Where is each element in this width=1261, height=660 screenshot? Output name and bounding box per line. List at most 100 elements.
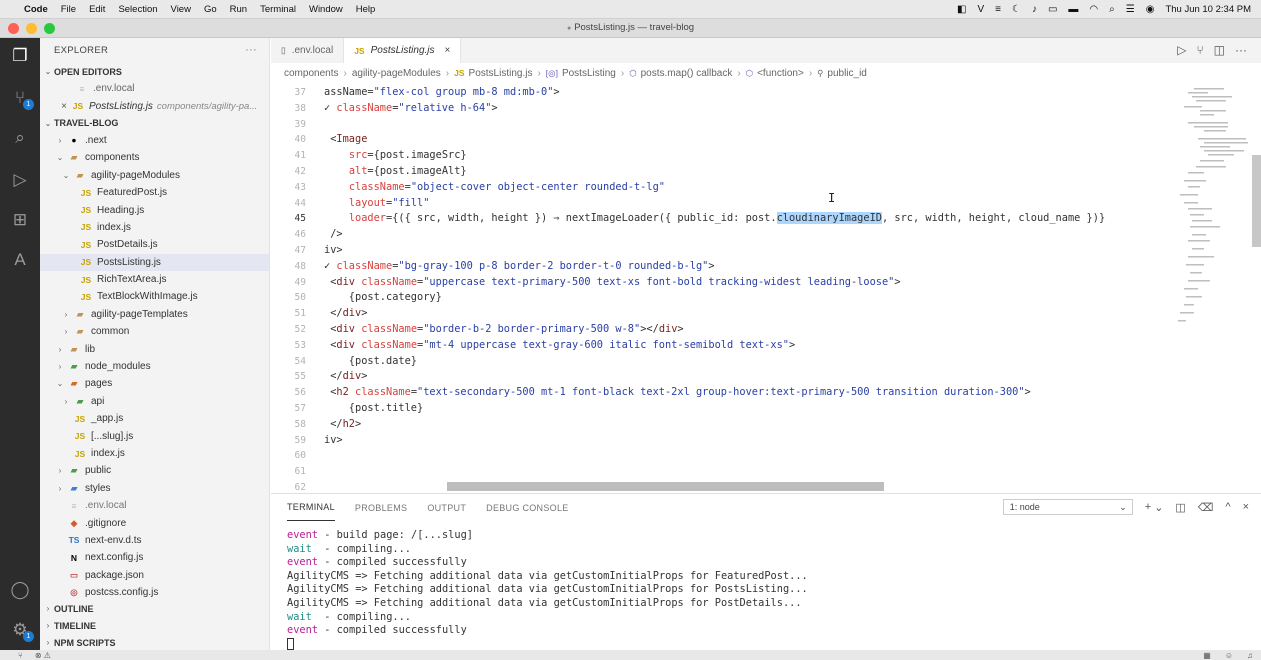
moon-icon[interactable]: ☾ [1012, 4, 1021, 15]
split-terminal-icon[interactable]: ◫ [1175, 501, 1185, 514]
tree-item-file[interactable]: JS _app.js [40, 410, 269, 427]
bell-icon[interactable]: ♫ [1247, 651, 1253, 660]
menu-bar-clock[interactable]: Thu Jun 10 2:34 PM [1165, 4, 1251, 15]
menu-go[interactable]: Go [204, 4, 217, 15]
compare-icon[interactable]: ⑂ [1196, 43, 1203, 57]
trash-icon[interactable]: ⌫ [1198, 501, 1214, 514]
code-line[interactable]: 43 className="object-cover object-center… [271, 179, 665, 195]
app-status-icon[interactable]: ◧ [957, 4, 966, 15]
tree-item-folder[interactable]: › ▰ agility-pageTemplates [40, 306, 269, 323]
menu-terminal[interactable]: Terminal [260, 4, 296, 15]
tab-postslisting[interactable]: JS PostsListing.js × [344, 38, 462, 63]
close-icon[interactable]: × [445, 45, 451, 56]
tree-item-file[interactable]: JS FeaturedPost.js [40, 184, 269, 201]
azure-icon[interactable]: A [8, 248, 32, 272]
tab-debug-console[interactable]: DEBUG CONSOLE [486, 494, 568, 521]
timeline-section[interactable]: › TIMELINE [40, 617, 269, 634]
chevron-down-icon[interactable]: ⌄ [1154, 501, 1163, 514]
menu-run[interactable]: Run [230, 4, 247, 15]
tree-item-folder[interactable]: › ▰ node_modules [40, 358, 269, 375]
tree-item-folder[interactable]: ⌄ ▰ pages [40, 375, 269, 392]
code-line[interactable]: 49 <div className="uppercase text-primar… [271, 274, 901, 290]
tree-item-file[interactable]: ◆ .gitignore [40, 514, 269, 531]
tab-terminal[interactable]: TERMINAL [287, 494, 335, 521]
menu-file[interactable]: File [61, 4, 76, 15]
siri-icon[interactable]: ◉ [1146, 4, 1155, 15]
vertical-scrollbar[interactable] [1252, 155, 1261, 247]
close-panel-icon[interactable]: × [1243, 501, 1249, 513]
tree-item-next[interactable]: › ● .next [40, 132, 269, 149]
code-line[interactable]: 44 layout="fill" [271, 195, 430, 211]
display-icon[interactable]: ▭ [1048, 4, 1057, 15]
code-line[interactable]: 61 [271, 463, 324, 479]
branch-icon[interactable]: ⑂ [18, 651, 23, 660]
more-actions-icon[interactable]: ··· [1235, 43, 1247, 57]
horizontal-scrollbar[interactable] [447, 482, 884, 491]
code-line[interactable]: 57 {post.title} [271, 400, 424, 416]
breadcrumb-item[interactable]: components [284, 68, 338, 79]
npm-scripts-section[interactable]: › NPM SCRIPTS [40, 634, 269, 650]
tree-item-folder[interactable]: › ▰ styles [40, 480, 269, 497]
feedback-icon[interactable]: ☺ [1225, 651, 1233, 660]
code-line[interactable]: 62 [271, 479, 324, 493]
code-line[interactable]: 50 {post.category} [271, 289, 442, 305]
tree-item-file-selected[interactable]: JS PostsListing.js [40, 253, 269, 271]
code-line[interactable]: 59 iv> [271, 432, 343, 448]
tree-item-folder[interactable]: › ▰ common [40, 323, 269, 340]
tree-item-file[interactable]: Nnext.config.js [40, 549, 269, 566]
code-line[interactable]: 39 [271, 116, 324, 132]
new-terminal-icon[interactable]: + [1145, 501, 1151, 513]
tree-item-folder[interactable]: › ▰ public [40, 462, 269, 479]
code-line[interactable]: 58 </h2> [271, 416, 362, 432]
breadcrumb-item[interactable]: posts.map() callback [641, 68, 733, 79]
project-section[interactable]: ⌄ TRAVEL-BLOG [40, 115, 269, 132]
breadcrumb-item[interactable]: PostsListing.js [469, 68, 533, 79]
run-icon[interactable]: ▷ [1177, 43, 1186, 57]
breadcrumb-item[interactable]: agility-pageModules [352, 68, 441, 79]
code-line[interactable]: 48 ✓ className="bg-gray-100 p-8 border-2 … [271, 258, 715, 274]
breadcrumb-item[interactable]: PostsListing [562, 68, 616, 79]
code-line[interactable]: 51 </div> [271, 305, 368, 321]
code-line[interactable]: 37 assName="flex-col group mb-8 md:mb-0"> [271, 84, 560, 100]
menu-help[interactable]: Help [356, 4, 376, 15]
audio-icon[interactable]: ♪ [1032, 4, 1037, 15]
account-icon[interactable]: ◯ [8, 578, 32, 602]
code-editor[interactable]: 37 assName="flex-col group mb-8 md:mb-0">… [271, 84, 1171, 493]
menu-edit[interactable]: Edit [89, 4, 105, 15]
tree-item-file[interactable]: JS index.js [40, 445, 269, 462]
terminal-select[interactable]: 1: node ⌄ [1002, 499, 1133, 515]
tree-item-file[interactable]: JS [...slug].js [40, 427, 269, 444]
tree-item-file[interactable]: JS TextBlockWithImage.js [40, 288, 269, 305]
tree-item-agility-pagemodules[interactable]: ⌄ ▰ agility-pageModules [40, 167, 269, 184]
tree-item-file[interactable]: JS PostDetails.js [40, 236, 269, 253]
tree-item-file[interactable]: JS index.js [40, 219, 269, 236]
extensions-icon[interactable]: ⊞ [8, 208, 32, 232]
tree-item-file[interactable]: JS Heading.js [40, 201, 269, 218]
vim-icon[interactable]: V [977, 4, 984, 15]
open-editors-section[interactable]: ⌄ OPEN EDITORS [40, 63, 269, 80]
wifi-icon[interactable]: ◠ [1089, 4, 1098, 15]
code-line[interactable]: 54 {post.date} [271, 353, 417, 369]
minimap[interactable] [1174, 84, 1249, 354]
code-line[interactable]: 56 <h2 className="text-secondary-500 mt-… [271, 384, 1031, 400]
tab-env-local[interactable]: ▯ .env.local [271, 38, 345, 63]
tree-item-file[interactable]: ◎ postcss.config.js [40, 584, 269, 601]
encoding-icon[interactable]: ▦ [1203, 651, 1211, 660]
tree-item-file[interactable]: ≡ .env.local [40, 497, 269, 514]
open-editor-item-active[interactable]: × JS PostsListing.js components/agility-… [40, 97, 269, 114]
tree-item-components[interactable]: ⌄ ▰ components [40, 149, 269, 166]
code-line[interactable]: 45 loader={({ src, width, height }) ⇒ ne… [271, 210, 1105, 226]
code-line[interactable]: 55 </div> [271, 368, 368, 384]
code-line[interactable]: 41 src={post.imageSrc} [271, 147, 467, 163]
tab-output[interactable]: OUTPUT [427, 494, 466, 521]
code-line[interactable]: 52 <div className="border-b-2 border-pri… [271, 321, 684, 337]
problems-icon[interactable]: ⊗ ⚠ [35, 651, 51, 660]
outline-section[interactable]: › OUTLINE [40, 600, 269, 617]
gear-icon[interactable]: ⚙ 1 [8, 618, 34, 642]
tree-item-file[interactable]: ▭ package.json [40, 567, 269, 584]
search-icon[interactable]: ⌕ [1109, 4, 1115, 15]
tree-item-folder[interactable]: › ▰ lib [40, 340, 269, 357]
maximize-panel-icon[interactable]: ^ [1225, 501, 1230, 513]
tree-item-file[interactable]: JS RichTextArea.js [40, 271, 269, 288]
tree-item-file[interactable]: TS next-env.d.ts [40, 532, 269, 549]
